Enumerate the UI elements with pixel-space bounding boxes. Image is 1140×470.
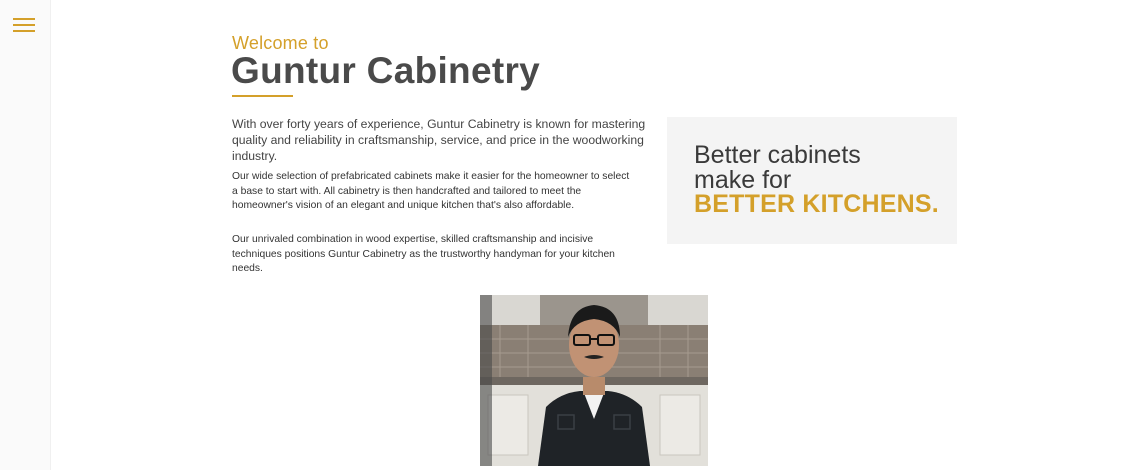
menu-bar (13, 24, 35, 26)
menu-bar (13, 30, 35, 32)
menu-bar (13, 18, 35, 20)
promo-accent-line: BETTER KITCHENS. (694, 190, 939, 218)
hamburger-menu-icon[interactable] (13, 16, 37, 34)
body-paragraph: Our wide selection of prefabricated cabi… (232, 171, 630, 211)
body-paragraph: Our unrivaled combination in wood expert… (232, 234, 615, 274)
promo-text: Better cabinets make for BETTER KITCHENS… (694, 143, 939, 217)
page-title: Guntur Cabinetry (231, 50, 541, 91)
owner-photo (480, 295, 708, 466)
title-underline (232, 95, 293, 97)
intro-paragraph: With over forty years of experience, Gun… (232, 117, 646, 163)
promo-line: make for (694, 165, 792, 194)
sidebar (0, 0, 51, 470)
owner-photo-illustration (480, 295, 708, 466)
promo-box: Better cabinets make for BETTER KITCHENS… (667, 117, 957, 244)
promo-line: Better cabinets (694, 141, 861, 169)
